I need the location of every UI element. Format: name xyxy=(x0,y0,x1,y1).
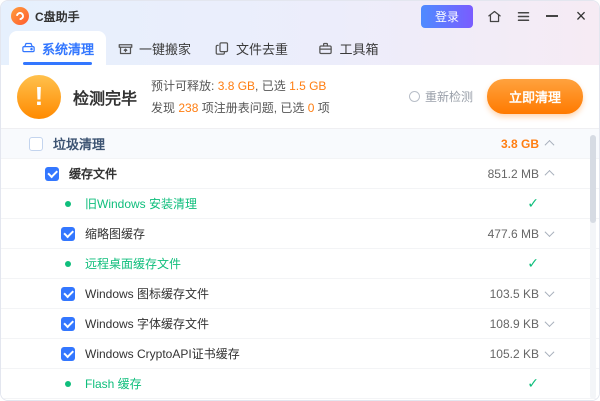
home-icon[interactable] xyxy=(486,8,502,24)
chevron-down-icon[interactable] xyxy=(539,290,559,297)
tab-label: 工具箱 xyxy=(339,39,378,58)
minimize-icon[interactable] xyxy=(544,8,560,24)
warning-icon: ! xyxy=(17,75,61,119)
tab-one-key-move[interactable]: 一键搬家 xyxy=(106,31,203,65)
tab-label: 一键搬家 xyxy=(139,39,191,58)
tab-system-clean[interactable]: 系统清理 xyxy=(9,31,106,65)
titlebar: C盘助手 登录 × xyxy=(1,1,599,31)
summary-line-space: 预计可释放: 3.8 GB, 已选 1.5 GB xyxy=(151,77,330,94)
tab-toolbox[interactable]: 工具箱 xyxy=(300,31,397,65)
menu-icon[interactable] xyxy=(515,8,531,24)
list-item[interactable]: 缩略图缓存 477.6 MB xyxy=(1,219,599,249)
app-title: C盘助手 xyxy=(35,8,80,25)
recheck-button[interactable]: 重新检测 xyxy=(409,88,473,105)
checkbox-checked[interactable] xyxy=(61,287,75,301)
chevron-up-icon[interactable] xyxy=(539,140,559,147)
scan-status-panel: ! 检测完毕 预计可释放: 3.8 GB, 已选 1.5 GB 发现 238 项… xyxy=(1,65,599,129)
checkbox-checked[interactable] xyxy=(61,347,75,361)
toolbox-icon xyxy=(318,41,333,56)
check-icon: ✓ xyxy=(465,255,539,272)
item-label: Windows CryptoAPI证书缓存 xyxy=(85,345,240,362)
checkbox[interactable] xyxy=(29,137,43,151)
disk-icon xyxy=(21,41,36,56)
window-header: C盘助手 登录 × 系统清理 一键搬家 xyxy=(1,1,599,65)
registry-issue-count: 238 xyxy=(178,101,198,115)
tab-label: 文件去重 xyxy=(236,39,288,58)
chevron-down-icon[interactable] xyxy=(539,230,559,237)
scan-status-title: 检测完毕 xyxy=(73,85,137,109)
item-size: 105.2 KB xyxy=(465,347,539,361)
item-label: Windows 图标缓存文件 xyxy=(85,285,209,302)
section-label: 缓存文件 xyxy=(69,165,117,182)
chevron-down-icon[interactable] xyxy=(539,320,559,327)
login-button[interactable]: 登录 xyxy=(421,5,473,28)
tab-bar: 系统清理 一键搬家 文件去重 工具箱 xyxy=(1,31,599,65)
checkbox-checked[interactable] xyxy=(61,227,75,241)
scrollbar-thumb[interactable] xyxy=(590,135,596,223)
selected-size: 1.5 GB xyxy=(289,79,326,93)
refresh-icon xyxy=(409,91,420,102)
item-label: Flash 缓存 xyxy=(85,375,142,392)
chevron-down-icon[interactable] xyxy=(539,350,559,357)
app-logo-icon xyxy=(11,7,29,25)
group-label: 垃圾清理 xyxy=(53,134,105,153)
releasable-size: 3.8 GB xyxy=(218,79,255,93)
item-label: 缩略图缓存 xyxy=(85,225,145,242)
checkbox-checked[interactable] xyxy=(45,167,59,181)
item-label: 旧Windows 安装清理 xyxy=(85,195,197,212)
list-item-cleaned[interactable]: 旧Windows 安装清理 ✓ xyxy=(1,189,599,219)
group-size: 3.8 GB xyxy=(465,137,539,151)
list-item-cleaned[interactable]: Flash 缓存 ✓ xyxy=(1,369,599,399)
scan-summary: 预计可释放: 3.8 GB, 已选 1.5 GB 发现 238 项注册表问题, … xyxy=(151,77,330,116)
item-size: 108.9 KB xyxy=(465,317,539,331)
tab-label: 系统清理 xyxy=(42,39,94,58)
list-item[interactable]: Windows 图标缓存文件 103.5 KB xyxy=(1,279,599,309)
checkbox-checked[interactable] xyxy=(61,317,75,331)
list-section-cache-files[interactable]: 缓存文件 851.2 MB xyxy=(1,159,599,189)
item-size: 103.5 KB xyxy=(465,287,539,301)
move-box-icon xyxy=(118,41,133,56)
section-size: 851.2 MB xyxy=(465,167,539,181)
cleanup-list: 垃圾清理 3.8 GB 缓存文件 851.2 MB 旧Windows 安装清理 … xyxy=(1,129,599,399)
item-size: 477.6 MB xyxy=(465,227,539,241)
list-group-junk-cleanup[interactable]: 垃圾清理 3.8 GB xyxy=(1,129,599,159)
list-item[interactable]: Windows CryptoAPI证书缓存 105.2 KB xyxy=(1,339,599,369)
check-icon: ✓ xyxy=(465,195,539,212)
chevron-up-icon[interactable] xyxy=(539,170,559,177)
green-dot-icon xyxy=(65,201,71,207)
list-item-cleaned[interactable]: 远程桌面缓存文件 ✓ xyxy=(1,249,599,279)
clean-now-button[interactable]: 立即清理 xyxy=(487,79,583,114)
scrollbar[interactable] xyxy=(590,135,596,399)
app-window: C盘助手 登录 × 系统清理 一键搬家 xyxy=(0,0,600,401)
documents-icon xyxy=(215,41,230,56)
main-content: ! 检测完毕 预计可释放: 3.8 GB, 已选 1.5 GB 发现 238 项… xyxy=(1,65,599,401)
item-label: 远程桌面缓存文件 xyxy=(85,255,181,272)
item-label: Windows 字体缓存文件 xyxy=(85,315,209,332)
check-icon: ✓ xyxy=(465,375,539,392)
green-dot-icon xyxy=(65,381,71,387)
close-icon[interactable]: × xyxy=(573,8,589,24)
list-item[interactable]: Windows 字体缓存文件 108.9 KB xyxy=(1,309,599,339)
summary-line-registry: 发现 238 项注册表问题, 已选 0 项 xyxy=(151,99,330,116)
tab-file-dedupe[interactable]: 文件去重 xyxy=(203,31,300,65)
green-dot-icon xyxy=(65,261,71,267)
